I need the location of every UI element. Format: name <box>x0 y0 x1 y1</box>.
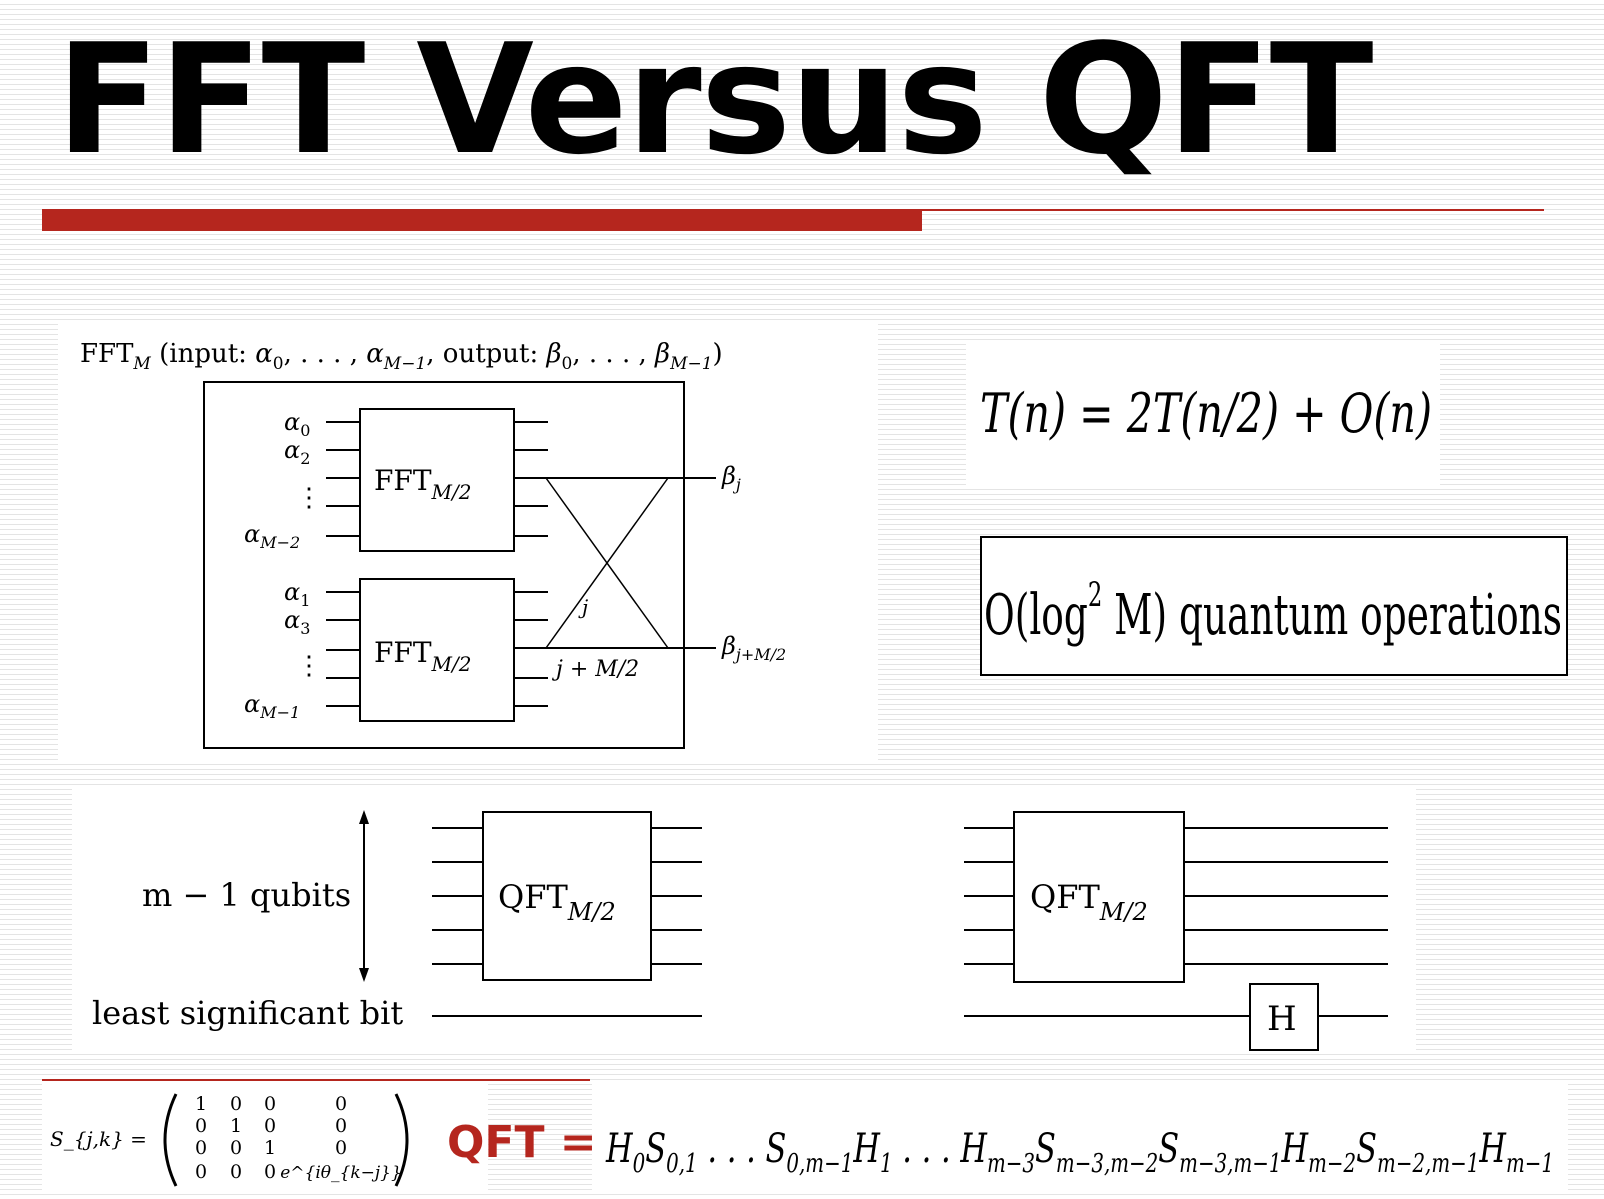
qft-term-base: S <box>1035 1126 1056 1172</box>
qft-term-subscript: 0,1 <box>666 1149 698 1179</box>
qft-term-base: . . . H <box>893 1126 988 1172</box>
qft-term-base: S <box>645 1126 666 1172</box>
qft-product-formula: H0S0,1 . . . S0,m−1H1 . . . Hm−3Sm−3,m−2… <box>605 1126 1554 1179</box>
qft-term-subscript: 0 <box>633 1149 646 1179</box>
qft-term-base: H <box>605 1126 633 1172</box>
qft-term-base: . . . S <box>698 1126 787 1172</box>
qft-term-base: H <box>1479 1126 1507 1172</box>
qft-term-subscript: 0,m−1 <box>786 1149 853 1179</box>
qft-term-subscript: m−3 <box>987 1149 1035 1179</box>
qft-term-base: H <box>853 1126 881 1172</box>
qft-term-subscript: m−1 <box>1506 1149 1554 1179</box>
qft-term-base: H <box>1281 1126 1309 1172</box>
qft-formula-figure: H0S0,1 . . . S0,m−1H1 . . . Hm−3Sm−3,m−2… <box>605 1126 1554 1179</box>
qft-term-base: S <box>1356 1126 1377 1172</box>
qft-term-subscript: m−3,m−2 <box>1056 1149 1158 1179</box>
qft-term-subscript: 1 <box>880 1149 893 1179</box>
qft-term-subscript: m−3,m−1 <box>1179 1149 1281 1179</box>
qft-term-base: S <box>1158 1126 1179 1172</box>
qft-term-subscript: m−2,m−1 <box>1377 1149 1479 1179</box>
qft-term-subscript: m−2 <box>1308 1149 1356 1179</box>
